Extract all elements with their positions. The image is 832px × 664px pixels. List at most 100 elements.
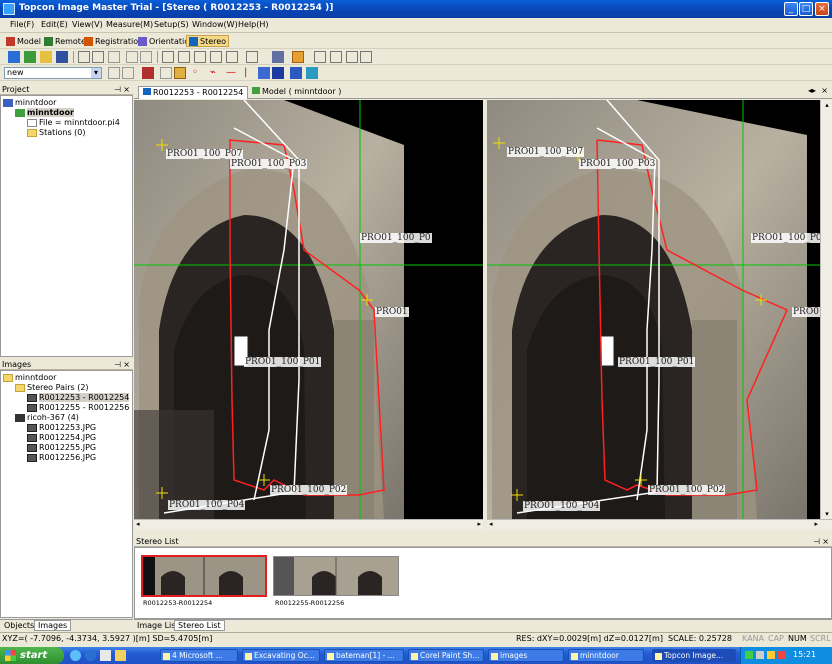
task-corel[interactable]: Corel Paint Sh... — [408, 649, 484, 662]
layout-1-icon[interactable] — [314, 51, 326, 63]
new-icon[interactable] — [8, 51, 20, 63]
pin-icon[interactable]: ⊣ — [114, 84, 121, 95]
close-icon[interactable]: × — [123, 84, 130, 95]
scroll-tabs-icon[interactable]: ◂▸ — [808, 86, 816, 95]
tree-item-images-root[interactable]: minntdoor — [3, 373, 56, 382]
menu-file[interactable]: File(F) — [10, 20, 34, 29]
pin-icon[interactable]: ⊣ — [114, 359, 121, 370]
layout-3-icon[interactable] — [346, 51, 358, 63]
vertical-scrollbar[interactable]: ▴ ▾ — [820, 100, 832, 519]
tree-item-project[interactable]: minntdoor — [3, 98, 56, 107]
menu-setup[interactable]: Setup(S) — [154, 20, 189, 29]
close-icon[interactable]: × — [821, 86, 828, 95]
task-excavating[interactable]: Excavating Oc... — [242, 649, 320, 662]
task-topcon[interactable]: Topcon Image... — [652, 649, 736, 662]
scroll-down-icon[interactable]: ▾ — [822, 509, 832, 519]
vertical-line-icon[interactable]: | — [244, 67, 256, 79]
layout-4-icon[interactable] — [360, 51, 372, 63]
stereo-thumb-2[interactable] — [273, 556, 399, 596]
tin-icon[interactable] — [306, 67, 318, 79]
right-horizontal-scrollbar[interactable]: ◂ ▸ — [487, 519, 832, 530]
stereo-right-view[interactable]: PRO01_100_P07 PRO01_100_P03 PRO01_100_P0… — [487, 100, 820, 519]
close-button[interactable]: × — [815, 2, 829, 16]
menu-measure[interactable]: Measure(M) — [106, 20, 153, 29]
layer-select[interactable]: new ▾ — [4, 67, 102, 79]
tree-item-stereo-pairs[interactable]: Stereo Pairs (2) — [15, 383, 89, 392]
task-minntdoor[interactable]: minntdoor — [568, 649, 644, 662]
binoculars-icon[interactable] — [174, 67, 186, 79]
tab-objects[interactable]: Objects — [4, 621, 34, 630]
tree-item-camera[interactable]: ricoh-367 (4) — [15, 413, 79, 422]
redo-icon[interactable] — [140, 51, 152, 63]
crosshair-icon[interactable] — [160, 67, 172, 79]
tray-icon[interactable] — [767, 651, 775, 659]
tab-images[interactable]: Images — [34, 620, 72, 631]
layer-next-icon[interactable] — [122, 67, 134, 79]
scroll-left-icon[interactable]: ◂ — [489, 520, 493, 528]
tray-icon[interactable] — [756, 651, 764, 659]
tree-item-stereo-pair-1[interactable]: R0012253 - R0012254 — [27, 393, 130, 402]
surface-icon[interactable] — [258, 67, 270, 79]
scroll-right-icon[interactable]: ▸ — [477, 520, 481, 528]
pin-icon[interactable]: ⊣ — [813, 536, 820, 547]
stereo-left-view[interactable]: PRO01_100_P07 PRO01_100_P03 PRO01_100_P0… — [134, 100, 483, 519]
grid-icon[interactable] — [272, 51, 284, 63]
left-horizontal-scrollbar[interactable]: ◂ ▸ — [134, 519, 483, 530]
browser-quicklaunch-icon[interactable] — [70, 650, 81, 661]
tree-item-model[interactable]: minntdoor — [15, 108, 74, 117]
tree-item-image-3[interactable]: R0012255.JPG — [27, 443, 96, 452]
mode-model-button[interactable]: Model — [4, 35, 43, 47]
tree-item-image-4[interactable]: R0012256.JPG — [27, 453, 96, 462]
tab-stereo-document[interactable]: R0012253 - R0012254 — [138, 86, 249, 99]
scroll-right-icon[interactable]: ▸ — [814, 520, 818, 528]
tray-icon[interactable] — [778, 651, 786, 659]
close-icon[interactable]: × — [123, 359, 130, 370]
tree-item-file[interactable]: File = minntdoor.pi4 — [27, 118, 120, 127]
mode-remote-button[interactable]: Remote — [42, 35, 88, 47]
polyline-icon[interactable]: ⌁ — [210, 67, 222, 79]
folder-quicklaunch-icon[interactable] — [115, 650, 126, 661]
task-bateman[interactable]: bateman[1] - ... — [324, 649, 404, 662]
save-icon[interactable] — [56, 51, 68, 63]
select-arrow-icon[interactable] — [78, 51, 90, 63]
mode-stereo-button[interactable]: Stereo — [186, 35, 230, 47]
point-icon[interactable]: ◦ — [192, 67, 204, 79]
open-folder-icon[interactable] — [40, 51, 52, 63]
zoom-in-icon[interactable] — [194, 51, 206, 63]
task-microsoft[interactable]: 4 Microsoft ... — [160, 649, 238, 662]
hand-pan-icon[interactable] — [178, 51, 190, 63]
chevron-down-icon[interactable]: ▾ — [91, 68, 101, 78]
tree-item-image-1[interactable]: R0012253.JPG — [27, 423, 96, 432]
menu-edit[interactable]: Edit(E) — [41, 20, 68, 29]
menu-window[interactable]: Window(W) — [192, 20, 238, 29]
rectangle-icon[interactable] — [92, 51, 104, 63]
new-project-icon[interactable] — [24, 51, 36, 63]
zoom-window-icon[interactable] — [226, 51, 238, 63]
tree-item-stereo-pair-2[interactable]: R0012255 - R0012256 — [27, 403, 129, 412]
menu-view[interactable]: View(V) — [72, 20, 103, 29]
tab-model-document[interactable]: Model ( minntdoor ) — [248, 86, 345, 99]
tree-item-stations[interactable]: Stations (0) — [27, 128, 85, 137]
zoom-out-icon[interactable] — [210, 51, 222, 63]
stereo-thumb-1[interactable] — [141, 555, 267, 597]
solid-icon[interactable] — [272, 67, 284, 79]
undo-icon[interactable] — [126, 51, 138, 63]
minimize-button[interactable]: _ — [784, 2, 798, 16]
tab-image-list[interactable]: Image List — [137, 621, 179, 630]
layout-2-icon[interactable] — [330, 51, 342, 63]
close-icon[interactable]: × — [822, 536, 829, 547]
mesh-icon[interactable] — [290, 67, 302, 79]
ie-quicklaunch-icon[interactable] — [85, 650, 96, 661]
tree-item-image-2[interactable]: R0012254.JPG — [27, 433, 96, 442]
menu-help[interactable]: Help(H) — [238, 20, 269, 29]
pointer-icon[interactable] — [162, 51, 174, 63]
rotate-icon[interactable] — [108, 51, 120, 63]
3d-view-icon[interactable] — [142, 67, 154, 79]
task-images[interactable]: images — [488, 649, 564, 662]
tray-icon[interactable] — [745, 651, 753, 659]
image-view-icon[interactable] — [292, 51, 304, 63]
start-button[interactable]: start — [0, 647, 64, 664]
tab-stereo-list[interactable]: Stereo List — [174, 620, 225, 631]
line-icon[interactable]: — — [226, 67, 238, 79]
scroll-left-icon[interactable]: ◂ — [136, 520, 140, 528]
